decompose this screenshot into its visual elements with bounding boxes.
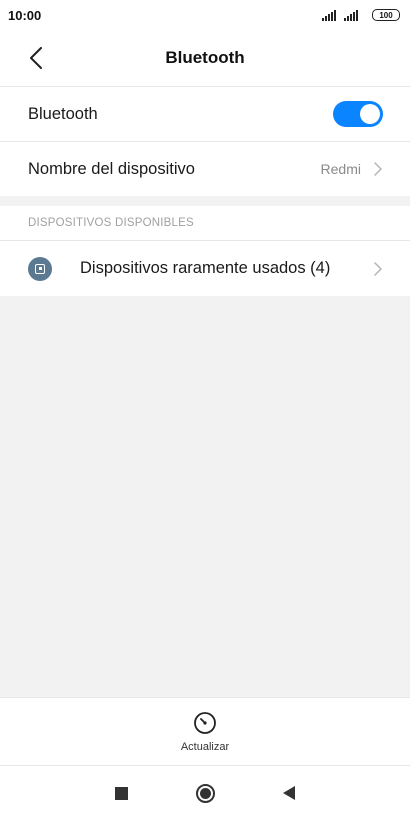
refresh-label: Actualizar xyxy=(180,741,230,753)
bluetooth-toggle[interactable] xyxy=(333,101,383,127)
available-devices-header: DISPOSITIVOS DISPONIBLES xyxy=(0,206,410,240)
bluetooth-label: Bluetooth xyxy=(28,104,98,123)
recents-icon[interactable] xyxy=(115,786,128,800)
device-icon xyxy=(28,256,52,281)
chevron-right-icon xyxy=(374,261,382,276)
navigation-bar xyxy=(0,766,410,820)
status-bar: 10:00 100 xyxy=(0,0,410,30)
refresh-button[interactable]: Actualizar xyxy=(0,698,410,766)
bluetooth-settings-screen: 10:00 100 Bluetooth Bluetooth Nombre del… xyxy=(0,0,410,820)
header: Bluetooth xyxy=(0,30,410,86)
rarely-used-devices-row[interactable]: Dispositivos raramente usados (4) xyxy=(0,241,410,296)
back-icon[interactable] xyxy=(283,786,295,800)
home-icon[interactable] xyxy=(196,783,215,803)
battery-level: 100 xyxy=(379,10,393,20)
signal-icon xyxy=(322,9,336,21)
toggle-knob xyxy=(360,104,380,124)
refresh-icon xyxy=(194,712,216,734)
page-title: Bluetooth xyxy=(165,48,245,67)
chevron-left-icon xyxy=(30,47,42,69)
device-name-row[interactable]: Nombre del dispositivo Redmi xyxy=(0,142,410,196)
status-time: 10:00 xyxy=(8,7,42,23)
signal-icon xyxy=(344,9,358,21)
battery-icon: 100 xyxy=(372,9,400,21)
rarely-used-devices-label: Dispositivos raramente usados (4) xyxy=(80,259,331,277)
device-name-value: Redmi xyxy=(320,161,361,177)
back-button[interactable] xyxy=(22,44,50,72)
chevron-right-icon xyxy=(374,162,382,176)
bluetooth-toggle-row[interactable]: Bluetooth xyxy=(0,87,410,141)
status-icons: 100 xyxy=(322,9,400,21)
device-name-label: Nombre del dispositivo xyxy=(28,159,195,178)
